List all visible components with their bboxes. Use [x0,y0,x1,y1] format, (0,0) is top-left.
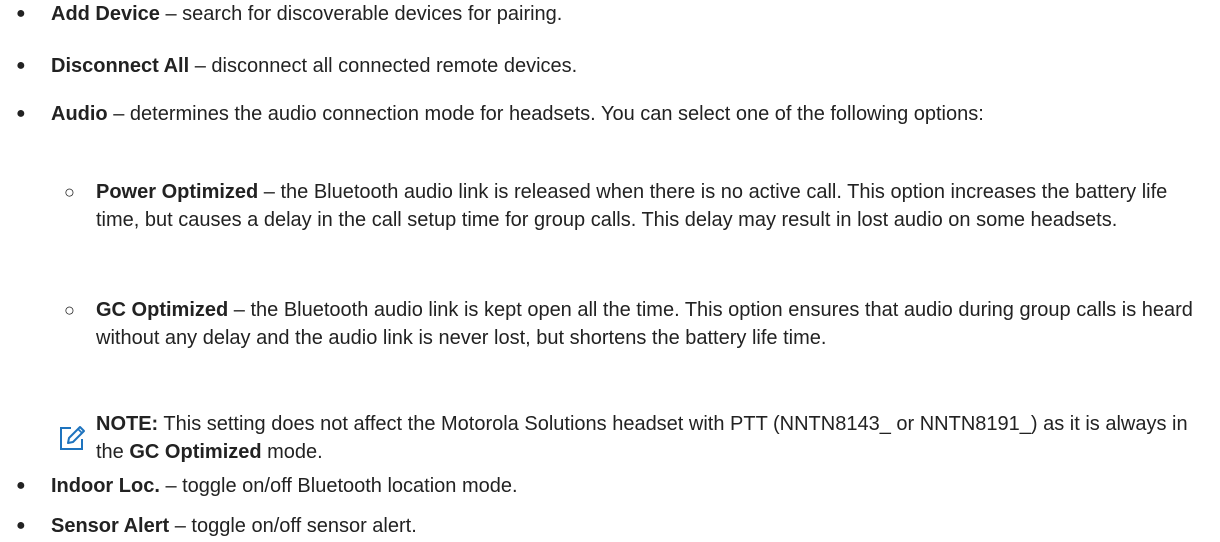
list-item-text: Audio – determines the audio connection … [51,100,1211,128]
sub-bullet-icon: ○ [64,300,75,320]
sub-list-item-text: Power Optimized – the Bluetooth audio li… [96,178,1211,234]
list-item-desc: – disconnect all connected remote device… [189,55,578,77]
list-item-text: Sensor Alert – toggle on/off sensor aler… [51,512,1211,540]
list-item-desc: – toggle on/off Bluetooth location mode. [159,475,518,497]
sub-list-item-desc: – the Bluetooth audio link is kept open … [96,299,1193,349]
note-emphasis: GC Optimized [129,441,262,463]
sub-bullet-icon: ○ [64,182,75,202]
document-page: ● Add Device – search for discoverable d… [0,0,1220,542]
note-body-end: mode. [261,441,323,463]
list-item-term: Sensor Alert [51,515,170,537]
bullet-icon: ● [16,477,26,494]
list-item-text: Indoor Loc. – toggle on/off Bluetooth lo… [51,472,1211,500]
list-item-desc: – toggle on/off sensor alert. [169,515,417,537]
list-item-desc: – determines the audio connection mode f… [107,103,984,125]
list-item-desc: – search for discoverable devices for pa… [159,3,563,25]
list-item-term: Indoor Loc. [51,475,160,497]
bullet-icon: ● [16,57,26,74]
note-pencil-icon [60,426,85,450]
list-item-term: Add Device [51,3,160,25]
list-item-term: Audio [51,103,108,125]
note-label: NOTE: [96,413,159,435]
bullet-icon: ● [16,517,26,534]
list-item-text: Add Device – search for discoverable dev… [51,0,1211,28]
note-text: NOTE: This setting does not affect the M… [96,410,1216,466]
bullet-icon: ● [16,5,26,22]
sub-list-item-term: GC Optimized [96,299,229,321]
sub-list-item-term: Power Optimized [96,181,259,203]
list-item-term: Disconnect All [51,55,190,77]
list-item-text: Disconnect All – disconnect all connecte… [51,52,1211,80]
bullet-icon: ● [16,105,26,122]
sub-list-item-text: GC Optimized – the Bluetooth audio link … [96,296,1211,352]
